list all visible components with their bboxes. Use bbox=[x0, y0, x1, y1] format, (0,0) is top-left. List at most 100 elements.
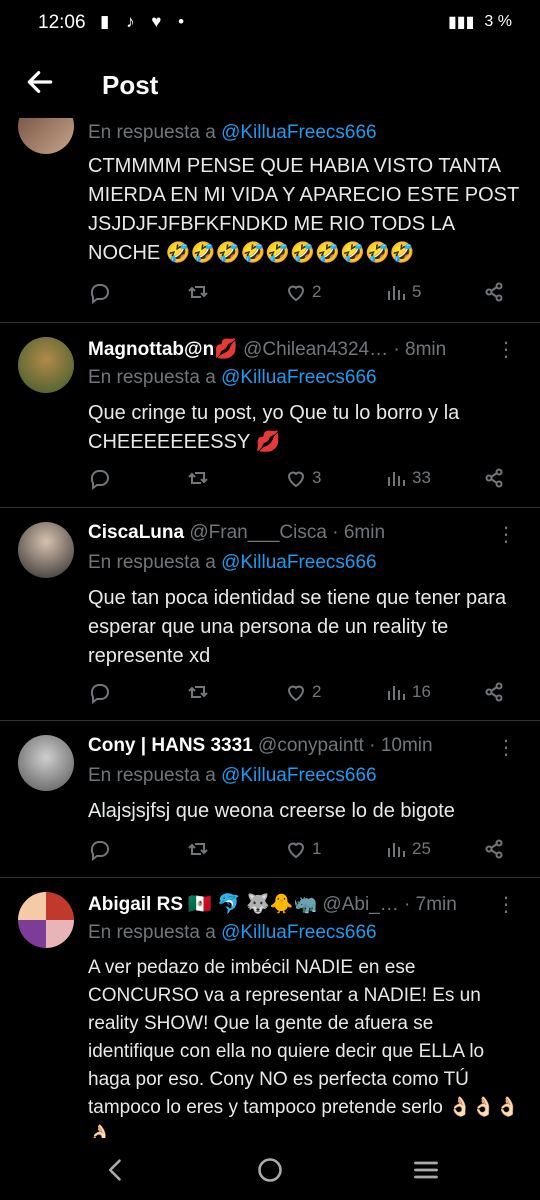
view-count: 16 bbox=[412, 682, 431, 701]
tweet-text: CTMMMM PENSE QUE HABIA VISTO TANTA MIERD… bbox=[88, 155, 519, 264]
views-button[interactable]: 16 bbox=[384, 680, 431, 704]
nav-recents-icon[interactable] bbox=[412, 1156, 440, 1184]
retweet-icon bbox=[188, 843, 208, 855]
view-count: 33 bbox=[412, 468, 431, 487]
retweet-icon bbox=[188, 472, 208, 484]
display-name[interactable]: Cony | HANS 3331 bbox=[88, 735, 253, 756]
tweet-header: Abigail RS 🇲🇽 🐬 🐺🐥🦏 @Abi_… · 7min bbox=[88, 892, 516, 916]
retweet-button[interactable] bbox=[186, 680, 210, 704]
comment-icon bbox=[90, 841, 109, 861]
user-handle[interactable]: @Fran___Cisca bbox=[189, 522, 327, 543]
like-button[interactable]: 2 bbox=[284, 280, 321, 304]
system-nav-bar bbox=[0, 1140, 540, 1200]
reply-tweet[interactable]: Magnottab@n💋 @Chilean4324… · 8min ⋮ En r… bbox=[0, 323, 540, 508]
comment-icon bbox=[90, 470, 109, 490]
tweet-actions: 3 33 bbox=[88, 466, 508, 496]
like-button[interactable]: 1 bbox=[284, 837, 321, 861]
retweet-icon bbox=[188, 286, 208, 298]
reply-tweet[interactable]: Cony | HANS 3331 @conypaintt · 10min ⋮ E… bbox=[0, 721, 540, 878]
tweet-header: Cony | HANS 3331 @conypaintt · 10min bbox=[88, 735, 516, 757]
like-button[interactable]: 2 bbox=[284, 680, 321, 704]
heart-icon bbox=[287, 471, 305, 488]
heart-icon bbox=[287, 685, 305, 702]
mention-link[interactable]: @KilluaFreecs666 bbox=[221, 122, 377, 143]
views-icon bbox=[388, 686, 405, 700]
more-options-icon[interactable]: ⋮ bbox=[496, 337, 516, 362]
notification-icons: ▮ ♪ ♥ • bbox=[100, 12, 191, 31]
reply-button[interactable] bbox=[88, 466, 112, 490]
retweet-icon bbox=[188, 686, 208, 698]
nav-back-icon[interactable] bbox=[102, 1156, 130, 1184]
reply-tweet[interactable]: En respuesta a @KilluaFreecs666 CTMMMM P… bbox=[0, 118, 540, 323]
more-options-icon[interactable]: ⋮ bbox=[496, 522, 516, 547]
mention-link[interactable]: @KilluaFreecs666 bbox=[221, 765, 377, 786]
tweet-header: CiscaLuna @Fran___Cisca · 6min bbox=[88, 522, 516, 544]
nav-home-icon[interactable] bbox=[256, 1156, 284, 1184]
share-icon bbox=[485, 682, 503, 702]
replies-feed: En respuesta a @KilluaFreecs666 CTMMMM P… bbox=[0, 118, 540, 1138]
back-arrow-icon[interactable] bbox=[24, 66, 56, 98]
display-name[interactable]: Abigail RS 🇲🇽 🐬 🐺🐥🦏 bbox=[88, 894, 317, 915]
display-name[interactable]: CiscaLuna bbox=[88, 522, 184, 543]
share-icon bbox=[485, 468, 503, 488]
share-icon bbox=[485, 282, 503, 302]
user-handle[interactable]: @Abi_… bbox=[322, 894, 398, 915]
battery-level: 3 % bbox=[484, 13, 512, 30]
reply-context: En respuesta a @KilluaFreecs666 bbox=[88, 765, 377, 786]
comment-icon bbox=[90, 284, 109, 304]
like-count: 2 bbox=[312, 682, 322, 701]
tweet-time: · 8min bbox=[393, 339, 447, 360]
avatar[interactable] bbox=[18, 735, 74, 791]
avatar[interactable] bbox=[18, 892, 74, 948]
share-button[interactable] bbox=[482, 680, 506, 704]
share-button[interactable] bbox=[482, 466, 506, 490]
heart-icon bbox=[287, 285, 305, 302]
reply-button[interactable] bbox=[88, 680, 112, 704]
like-count: 3 bbox=[312, 468, 322, 487]
tweet-time: · 6min bbox=[332, 522, 386, 543]
retweet-button[interactable] bbox=[186, 837, 210, 861]
tweet-time: · 7min bbox=[404, 894, 457, 915]
reply-button[interactable] bbox=[88, 280, 112, 304]
mention-link[interactable]: @KilluaFreecs666 bbox=[221, 552, 377, 573]
comment-icon bbox=[90, 684, 109, 704]
views-icon bbox=[388, 472, 405, 486]
status-time: 12:06 bbox=[38, 12, 86, 33]
tweet-actions: 1 25 bbox=[88, 837, 508, 867]
avatar[interactable] bbox=[18, 118, 74, 154]
tweet-actions: 2 16 bbox=[88, 680, 508, 710]
tweet-text: Que tan poca identidad se tiene que tene… bbox=[88, 587, 507, 667]
display-name[interactable]: Magnottab@n💋 bbox=[88, 339, 238, 360]
avatar[interactable] bbox=[18, 337, 74, 393]
user-handle[interactable]: @Chilean4324… bbox=[243, 339, 388, 360]
retweet-button[interactable] bbox=[186, 280, 210, 304]
views-button[interactable]: 33 bbox=[384, 466, 431, 490]
reply-tweet[interactable]: Abigail RS 🇲🇽 🐬 🐺🐥🦏 @Abi_… · 7min ⋮ En r… bbox=[0, 878, 540, 1138]
views-icon bbox=[388, 843, 405, 857]
mention-link[interactable]: @KilluaFreecs666 bbox=[221, 367, 377, 388]
tweet-header: Magnottab@n💋 @Chilean4324… · 8min bbox=[88, 337, 516, 361]
like-button[interactable]: 3 bbox=[284, 466, 321, 490]
app-header: Post bbox=[0, 52, 540, 120]
reply-context: En respuesta a @KilluaFreecs666 bbox=[88, 922, 377, 943]
views-button[interactable]: 25 bbox=[384, 837, 431, 861]
reply-button[interactable] bbox=[88, 837, 112, 861]
avatar[interactable] bbox=[18, 522, 74, 578]
signal-icon: ▮▮▮ bbox=[448, 14, 475, 31]
like-count: 2 bbox=[312, 282, 322, 301]
reply-context: En respuesta a @KilluaFreecs666 bbox=[88, 122, 377, 143]
views-button[interactable]: 5 bbox=[384, 280, 421, 304]
tweet-actions: 2 5 bbox=[88, 280, 508, 310]
page-title: Post bbox=[102, 70, 159, 100]
mention-link[interactable]: @KilluaFreecs666 bbox=[221, 922, 377, 943]
retweet-button[interactable] bbox=[186, 466, 210, 490]
share-button[interactable] bbox=[482, 280, 506, 304]
heart-icon bbox=[287, 842, 305, 859]
more-options-icon[interactable]: ⋮ bbox=[496, 735, 516, 760]
view-count: 5 bbox=[412, 282, 422, 301]
more-options-icon[interactable]: ⋮ bbox=[496, 892, 516, 917]
share-button[interactable] bbox=[482, 837, 506, 861]
reply-tweet[interactable]: CiscaLuna @Fran___Cisca · 6min ⋮ En resp… bbox=[0, 508, 540, 721]
tweet-text: Alajsjsjfsj que weona creerse lo de bigo… bbox=[88, 800, 455, 822]
user-handle[interactable]: @conypaintt bbox=[258, 735, 364, 756]
